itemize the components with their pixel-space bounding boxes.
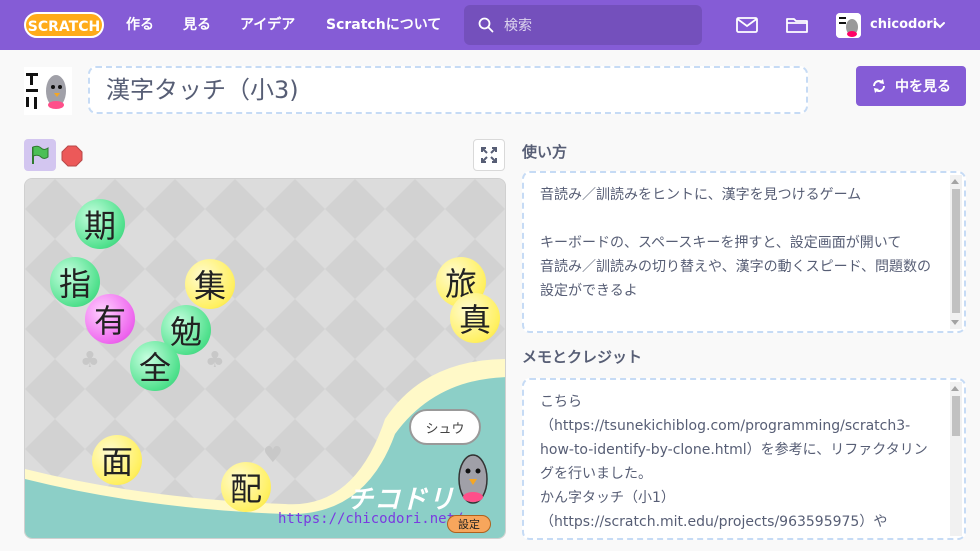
scroll-up-arrow-icon[interactable] bbox=[951, 386, 959, 391]
scroll-down-arrow-icon[interactable] bbox=[951, 320, 959, 325]
scratch-logo[interactable]: SCRATCH bbox=[24, 10, 104, 40]
kanji-ball[interactable]: 全 bbox=[130, 341, 180, 391]
logo-text: SCRATCH bbox=[28, 19, 100, 35]
club-suit-shape: ♣ bbox=[205, 348, 225, 373]
my-stuff-folder-icon[interactable] bbox=[785, 13, 809, 37]
chevron-down-icon[interactable] bbox=[934, 19, 946, 31]
nav-explore[interactable]: 見る bbox=[183, 0, 211, 50]
speech-bubble: シュウ bbox=[409, 409, 481, 445]
kanji-ball[interactable]: 配 bbox=[221, 462, 271, 512]
kanji-ball[interactable]: 期 bbox=[75, 199, 125, 249]
green-flag-button[interactable] bbox=[24, 139, 56, 171]
instructions-scrollbar[interactable] bbox=[950, 175, 962, 329]
kanji-ball[interactable]: 面 bbox=[92, 435, 142, 485]
credits-text: こちら （https://tsunekichiblog.com/programm… bbox=[540, 394, 928, 530]
club-suit-shape: ♣ bbox=[80, 348, 100, 373]
stop-icon[interactable] bbox=[61, 145, 83, 167]
chicodori-avatar-image bbox=[24, 67, 72, 115]
fullscreen-icon bbox=[481, 147, 497, 163]
search-placeholder: 検索 bbox=[504, 18, 532, 34]
see-inside-button[interactable]: 中を見る bbox=[856, 66, 966, 106]
messages-icon[interactable] bbox=[735, 13, 759, 37]
stage-url-text: https://chicodori.net/ bbox=[278, 511, 464, 527]
project-stage[interactable]: ♣ ♣ ♥ 期 指 有 集 勉 全 旅 真 面 配 シュウ チコドリ https… bbox=[24, 178, 506, 539]
chicodori-character bbox=[458, 454, 488, 504]
kanji-ball[interactable]: 有 bbox=[85, 294, 135, 344]
search-icon bbox=[478, 17, 494, 33]
scroll-up-arrow-icon[interactable] bbox=[951, 179, 959, 184]
stage-settings-button[interactable]: 設定 bbox=[447, 515, 491, 533]
nav-create[interactable]: 作る bbox=[126, 0, 154, 50]
instructions-label: 使い方 bbox=[522, 143, 568, 161]
green-flag-icon bbox=[32, 145, 49, 164]
credits-scrollbar[interactable] bbox=[950, 382, 962, 536]
see-inside-label: 中を見る bbox=[895, 79, 951, 95]
project-author-thumbnail[interactable] bbox=[24, 67, 72, 115]
top-nav-bar: SCRATCH 作る 見る アイデア Scratchについて 検索 chicod… bbox=[0, 0, 980, 50]
user-avatar[interactable] bbox=[836, 13, 861, 38]
fullscreen-button[interactable] bbox=[473, 139, 505, 171]
username[interactable]: chicodori bbox=[870, 0, 937, 50]
remix-arrows-icon bbox=[873, 79, 885, 93]
credits-label: メモとクレジット bbox=[522, 348, 643, 366]
search-bar[interactable]: 検索 bbox=[464, 5, 702, 45]
kanji-ball[interactable]: 真 bbox=[450, 293, 500, 343]
nav-ideas[interactable]: アイデア bbox=[240, 0, 295, 50]
scroll-thumb[interactable] bbox=[952, 189, 960, 313]
nav-about[interactable]: Scratchについて bbox=[326, 0, 441, 50]
avatar-image bbox=[836, 13, 861, 38]
credits-textarea[interactable]: こちら （https://tsunekichiblog.com/programm… bbox=[522, 378, 966, 540]
scroll-thumb[interactable] bbox=[952, 396, 960, 436]
heart-suit-shape: ♥ bbox=[263, 443, 283, 468]
kanji-ball[interactable]: 集 bbox=[185, 259, 235, 309]
instructions-text: 音読み／訓読みをヒントに、漢字を見つけるゲーム キーボードの、スペースキーを押す… bbox=[540, 187, 932, 299]
instructions-textarea[interactable]: 音読み／訓読みをヒントに、漢字を見つけるゲーム キーボードの、スペースキーを押す… bbox=[522, 171, 966, 333]
project-title-input[interactable]: 漢字タッチ（小3) bbox=[88, 66, 808, 114]
